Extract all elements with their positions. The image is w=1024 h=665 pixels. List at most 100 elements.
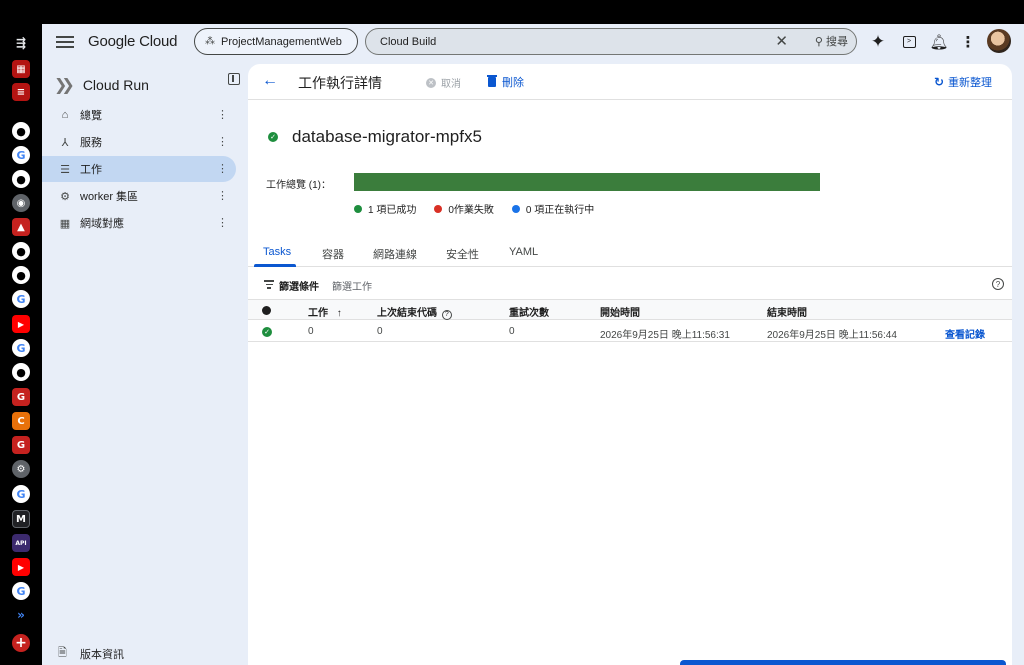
task-progress-succeeded: [354, 173, 820, 191]
search-button[interactable]: ⚲ 搜尋: [815, 33, 848, 49]
new-tab-icon[interactable]: +: [12, 634, 30, 652]
help-icon[interactable]: ?: [441, 310, 452, 320]
sidebar-item-overview[interactable]: ⌂ 總覽 ⋮: [42, 102, 236, 128]
settings-icon[interactable]: ⚙: [12, 460, 30, 478]
domain-icon: ▦: [59, 217, 71, 230]
legend-label: 1 項已成功: [368, 205, 417, 216]
more-icon[interactable]: ⋮: [217, 108, 228, 121]
column-label: 上次結束代碼: [377, 308, 437, 319]
project-icon: ⁂: [205, 36, 215, 47]
google-icon[interactable]: G: [12, 485, 30, 503]
filter-icon: [264, 280, 274, 291]
filter-input[interactable]: 篩選工作: [332, 278, 372, 293]
home-icon: ⌂: [61, 109, 69, 121]
gears-icon: ⚙: [60, 190, 70, 203]
back-arrow-icon[interactable]: ←: [262, 72, 278, 90]
tab-containers[interactable]: 容器: [322, 246, 344, 262]
active-tab-indicator: [254, 264, 296, 267]
cloud-shell-icon[interactable]: >: [899, 32, 919, 52]
task-status-legend: 1 項已成功 0作業失敗 0 項正在執行中: [354, 201, 612, 216]
detail-tabs: Tasks 容器 網路連線 安全性 YAML: [248, 238, 1012, 267]
cancel-button[interactable]: ✕ 取消: [426, 75, 461, 90]
tab-yaml[interactable]: YAML: [509, 246, 538, 258]
google-cloud-logo[interactable]: Google Cloud: [88, 33, 178, 50]
youtube-icon[interactable]: ▶: [12, 558, 30, 576]
youtube-icon[interactable]: ▶: [12, 315, 30, 333]
legend-running: 0 項正在執行中: [511, 201, 594, 216]
mk-icon[interactable]: M: [12, 510, 30, 528]
trash-icon: [487, 75, 497, 87]
cell-exit-code: 0: [377, 326, 383, 337]
notifications-icon[interactable]: 🔔︎: [929, 32, 949, 52]
main-panel: ← 工作執行詳情 ✕ 取消 刪除 ↻ 重新整理 ✓ database-migra…: [248, 64, 1012, 665]
g-icon[interactable]: G: [12, 436, 30, 454]
succeeded-dot-icon: [354, 204, 362, 213]
product-header: ❯❯ Cloud Run: [54, 70, 244, 100]
column-end-time: 結束時間: [767, 308, 807, 319]
google-icon[interactable]: G: [12, 339, 30, 357]
more-icon[interactable]: ⋮: [217, 135, 228, 148]
project-picker[interactable]: ⁂ ProjectManagementWeb: [194, 28, 358, 55]
tab-search-icon[interactable]: ≡: [12, 83, 30, 101]
execution-title-row: ✓ database-migrator-mpfx5: [268, 127, 482, 147]
cloud-icon[interactable]: ▲: [12, 218, 30, 236]
legend-label: 0作業失敗: [448, 205, 494, 216]
c-icon[interactable]: C: [12, 412, 30, 430]
services-icon: ⅄: [61, 136, 69, 149]
bottom-panel-tab[interactable]: [680, 660, 1006, 665]
github-icon[interactable]: ●: [12, 122, 30, 140]
sidebar-item-jobs[interactable]: ☰ 工作 ⋮: [42, 156, 236, 182]
github-icon[interactable]: ●: [12, 170, 30, 188]
main-menu-icon[interactable]: [56, 33, 74, 51]
column-label: 工作: [308, 308, 328, 319]
github-icon[interactable]: ●: [12, 266, 30, 284]
g-icon[interactable]: G: [12, 388, 30, 406]
running-dot-icon: [511, 204, 520, 213]
more-options-icon[interactable]: ⋮: [958, 32, 978, 52]
cloud-run-icon[interactable]: »: [12, 606, 30, 624]
avatar[interactable]: [987, 29, 1011, 53]
sidebar-item-services[interactable]: ⅄ 服務 ⋮: [42, 129, 236, 155]
web-icon[interactable]: ◉: [12, 194, 30, 212]
view-logs-link[interactable]: 查看記錄: [945, 326, 985, 341]
more-icon[interactable]: ⋮: [217, 162, 228, 175]
cell-task: 0: [308, 326, 314, 337]
gemini-icon[interactable]: ✦: [868, 32, 888, 52]
google-icon[interactable]: G: [12, 146, 30, 164]
sidebar-toggle-icon[interactable]: ⇶: [12, 34, 30, 52]
release-notes-link[interactable]: 🗎︎ 版本資訊: [58, 644, 124, 663]
cell-end-time: 2026年9月25日 晚上11:56:44: [767, 330, 897, 341]
legend-succeeded: 1 項已成功: [354, 201, 416, 216]
search-button-label: 搜尋: [826, 36, 848, 48]
refresh-button[interactable]: ↻ 重新整理: [934, 74, 992, 90]
search-value: Cloud Build: [380, 35, 437, 48]
search-input[interactable]: Cloud Build ✕ ⚲ 搜尋: [365, 28, 857, 55]
github-icon[interactable]: ●: [12, 363, 30, 381]
more-icon[interactable]: ⋮: [217, 189, 228, 202]
google-icon[interactable]: G: [12, 582, 30, 600]
help-icon[interactable]: ?: [992, 278, 1004, 290]
task-progress-bar: [354, 173, 820, 191]
google-icon[interactable]: G: [12, 290, 30, 308]
cancel-icon: ✕: [426, 77, 436, 88]
more-icon[interactable]: ⋮: [217, 216, 228, 229]
legend-failed: 0作業失敗: [434, 201, 494, 216]
success-check-icon: ✓: [268, 132, 278, 142]
api-icon[interactable]: API: [12, 534, 30, 552]
tab-grid-icon[interactable]: ▦: [12, 60, 30, 78]
tab-tasks[interactable]: Tasks: [263, 246, 291, 258]
refresh-label: 重新整理: [948, 77, 992, 89]
github-icon[interactable]: ●: [12, 242, 30, 260]
sort-ascending-icon: ↑: [336, 308, 342, 319]
sidebar-item-worker-pools[interactable]: ⚙ worker 集區 ⋮: [42, 183, 236, 209]
sidebar-item-label: 總覽: [80, 110, 102, 122]
collapse-sidebar-icon[interactable]: [228, 73, 240, 85]
delete-button[interactable]: 刪除: [487, 74, 524, 90]
execution-name: database-migrator-mpfx5: [292, 127, 482, 146]
column-task[interactable]: 工作 ↑: [308, 304, 342, 319]
sidebar-item-domain-mappings[interactable]: ▦ 網域對應 ⋮: [42, 210, 236, 236]
sidebar-item-label: 服務: [80, 137, 102, 149]
tab-security[interactable]: 安全性: [446, 246, 479, 262]
tab-networking[interactable]: 網路連線: [373, 246, 417, 262]
clear-search-icon[interactable]: ✕: [775, 32, 788, 50]
